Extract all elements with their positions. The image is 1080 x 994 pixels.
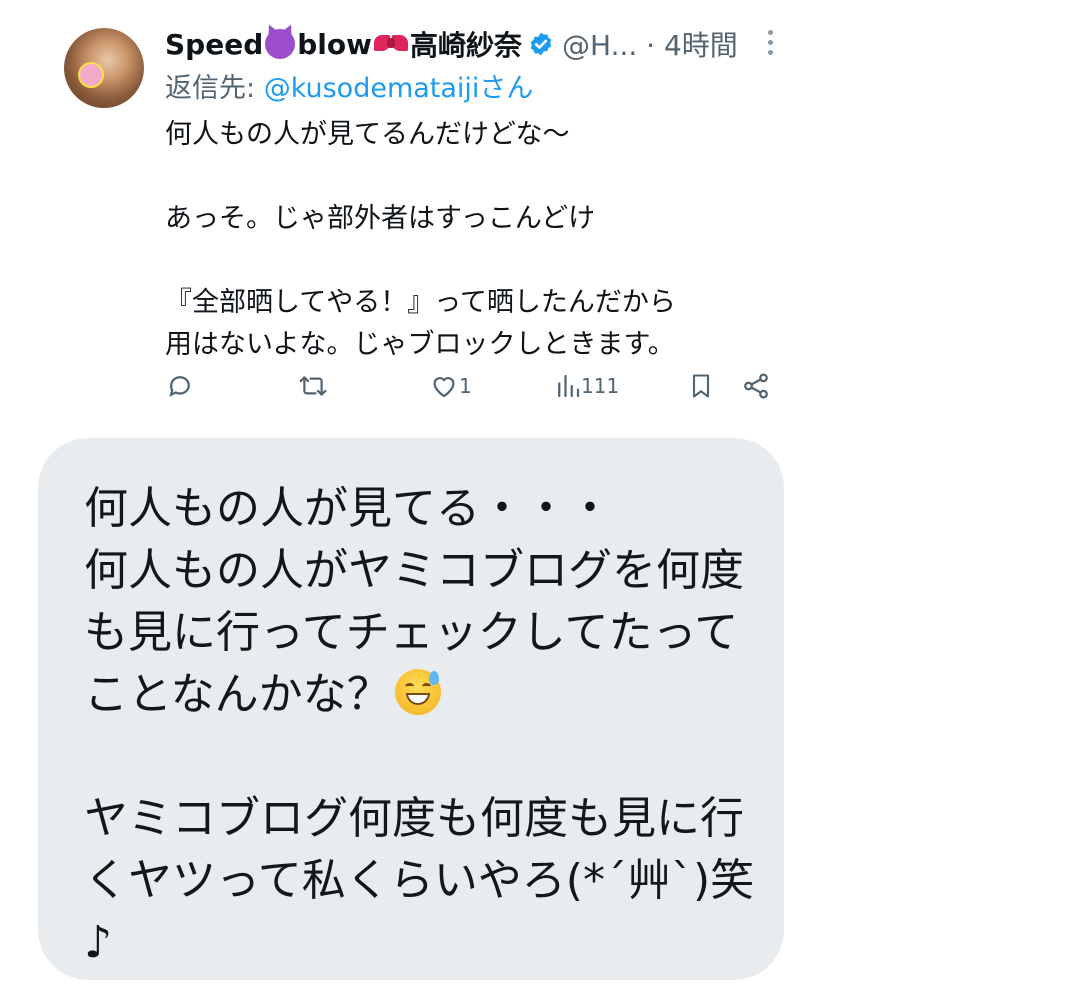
like-count: 1 [459,374,472,398]
share-icon [744,373,768,399]
display-name-part2[interactable]: blow [297,28,372,61]
view-count: 111 [581,374,620,398]
more-options-icon[interactable] [764,30,776,60]
bookmark-button[interactable] [687,368,715,404]
display-name-part3[interactable]: 高崎紗奈 [410,24,522,64]
tweet-actions: 1 111 [165,368,785,404]
reply-to-line: 返信先: @kusodemataijiさん [165,66,533,105]
verified-badge-icon [530,32,552,56]
reply-button[interactable] [165,368,195,404]
heart-icon [433,377,455,398]
display-name-part1[interactable]: Speed [165,28,263,61]
like-button[interactable]: 1 [429,368,472,404]
reply-bubble-text-part2: ヤミコブログ何度も何度も見に行 くヤツって私くらいやろ(*´艸`)笑 ♪ [84,793,755,968]
avatar-sticker [78,62,104,88]
analytics-icon [558,374,580,398]
tweet-header: Speed blow 高崎紗奈 @H... · 4時間 [165,24,738,64]
share-button[interactable] [741,368,771,404]
reply-bubble-text: 何人もの人が見てる・・・ 何人もの人がヤミコブログを何度 も見に行ってチェックし… [84,478,754,974]
avatar[interactable] [64,28,144,108]
reply-to-mention[interactable]: @kusodemataijiさん [264,73,534,104]
bookmark-icon [692,374,710,398]
handle-and-time[interactable]: @H... · 4時間 [562,24,738,64]
views-button[interactable]: 111 [555,368,619,404]
retweet-icon [299,376,327,396]
tweet-text: 何人もの人が見てるんだけどな〜 あっそ。じゃ部外者はすっこんどけ 『全部晒してや… [165,119,676,360]
ribbon-icon [373,32,408,56]
reply-to-label: 返信先: [165,73,264,104]
reply-icon [169,376,190,397]
grinning-sweat-icon [394,669,441,715]
retweet-button[interactable] [297,368,329,404]
smiling-imp-icon [265,29,296,59]
